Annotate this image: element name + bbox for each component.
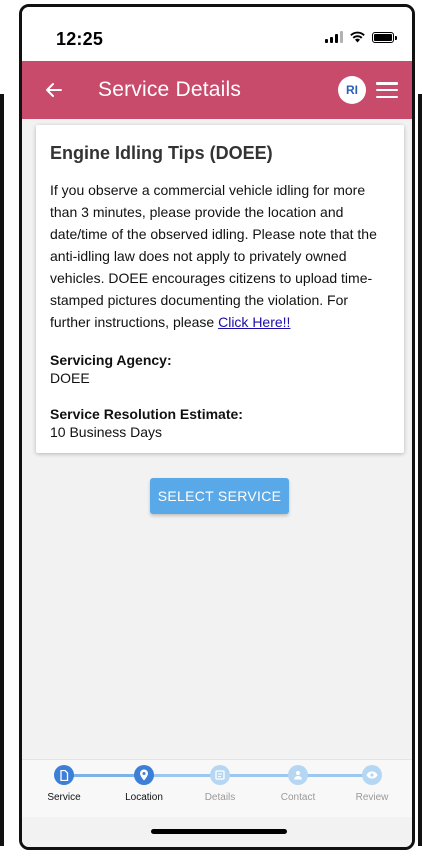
- person-icon: [294, 771, 302, 780]
- location-pin-icon: [140, 769, 148, 781]
- status-time: 12:25: [56, 29, 104, 49]
- step-contact[interactable]: Contact: [268, 765, 328, 803]
- menu-button[interactable]: [376, 79, 398, 101]
- step-label-location: Location: [125, 792, 163, 803]
- step-label-contact: Contact: [280, 792, 316, 803]
- step-label-service: Service: [47, 792, 81, 803]
- select-service-button[interactable]: SELECT SERVICE: [150, 478, 289, 514]
- status-icons: [325, 31, 397, 43]
- home-indicator-area: [22, 817, 412, 847]
- background-frame-left: [0, 94, 4, 846]
- step-location[interactable]: Location: [114, 765, 174, 803]
- click-here-link[interactable]: Click Here!!: [218, 314, 290, 330]
- phone-frame: 12:25 Service Details RI Engine Idling T…: [19, 4, 415, 850]
- step-service[interactable]: Service: [34, 765, 94, 803]
- step-review[interactable]: Review: [342, 765, 402, 803]
- background-frame-right: [418, 94, 422, 846]
- eye-icon: [366, 771, 378, 779]
- progress-stepper: Service Location Details Contact Review: [22, 759, 412, 817]
- service-description-text: If you observe a commercial vehicle idli…: [50, 182, 377, 330]
- service-description: If you observe a commercial vehicle idli…: [50, 179, 390, 333]
- home-indicator[interactable]: [151, 829, 287, 834]
- servicing-agency-value: DOEE: [50, 370, 90, 386]
- service-details-card: Engine Idling Tips (DOEE) If you observe…: [36, 125, 404, 453]
- document-icon: [60, 769, 69, 781]
- arrow-left-icon: [46, 83, 62, 97]
- resolution-estimate-label: Service Resolution Estimate:: [50, 406, 243, 422]
- wifi-icon: [350, 31, 365, 43]
- resolution-estimate-value: 10 Business Days: [50, 424, 163, 440]
- back-button[interactable]: [40, 76, 68, 104]
- hamburger-menu-icon: [376, 82, 398, 85]
- status-bar: 12:25: [22, 7, 412, 61]
- app-bar: Service Details RI: [22, 61, 412, 119]
- step-label-review: Review: [355, 792, 389, 803]
- step-details[interactable]: Details: [190, 765, 250, 803]
- stepper-line-inactive: [144, 774, 372, 777]
- page-title: Service Details: [98, 78, 242, 101]
- servicing-agency-label: Servicing Agency:: [50, 352, 172, 368]
- avatar[interactable]: RI: [338, 76, 366, 104]
- step-label-details: Details: [204, 792, 236, 803]
- details-icon: [215, 770, 225, 780]
- cellular-signal-icon: [325, 31, 343, 43]
- service-title: Engine Idling Tips (DOEE): [50, 143, 273, 163]
- battery-icon: [372, 31, 397, 43]
